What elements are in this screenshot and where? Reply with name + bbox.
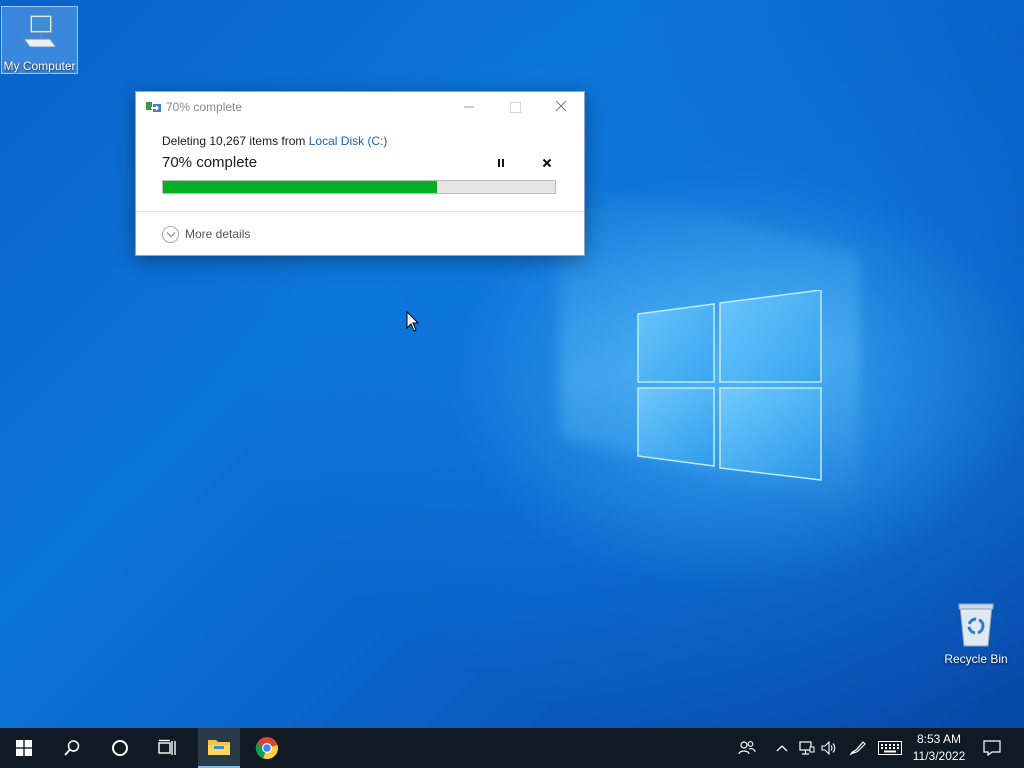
my-computer-label: My Computer	[3, 59, 76, 73]
progress-bar-fill	[163, 181, 438, 193]
recycle-bin-label: Recycle Bin	[944, 652, 1008, 666]
maximize-button[interactable]	[492, 92, 538, 122]
cancel-operation-button[interactable]	[536, 154, 558, 172]
touch-keyboard-button[interactable]	[876, 728, 904, 768]
task-view-button[interactable]	[144, 728, 192, 768]
file-delete-progress-dialog: 70% complete Deleting 10,267 items from …	[135, 91, 585, 256]
chrome-taskbar-button[interactable]	[246, 728, 288, 768]
pause-button[interactable]	[490, 154, 512, 172]
taskbar: 8:53 AM 11/3/2022	[0, 728, 1024, 768]
folder-icon	[208, 740, 230, 755]
chevron-down-icon	[162, 225, 179, 243]
delete-status-line: Deleting 10,267 items from Local Disk (C…	[162, 134, 387, 148]
show-hidden-icons-button[interactable]	[772, 728, 792, 768]
windows-start-icon	[16, 740, 32, 756]
chrome-icon	[255, 737, 278, 760]
close-icon	[542, 158, 552, 168]
notification-icon	[983, 740, 1001, 756]
recycle-bin-desktop-icon[interactable]: Recycle Bin	[940, 600, 1012, 670]
action-center-button[interactable]	[978, 728, 1006, 768]
more-details-toggle[interactable]: More details	[162, 223, 250, 245]
divider	[136, 211, 584, 212]
speaker-icon	[821, 741, 836, 755]
close-window-button[interactable]	[538, 92, 584, 122]
my-computer-desktop-icon[interactable]: My Computer	[1, 6, 78, 74]
keyboard-icon	[878, 741, 902, 755]
network-icon	[799, 741, 815, 755]
volume-button[interactable]	[818, 728, 840, 768]
windows-ink-button[interactable]	[846, 728, 870, 768]
taskbar-clock[interactable]: 8:53 AM 11/3/2022	[906, 731, 972, 765]
dialog-title: 70% complete	[166, 100, 243, 114]
windows-logo-wallpaper	[637, 290, 822, 481]
minimize-icon	[464, 106, 474, 108]
dialog-titlebar[interactable]: 70% complete	[136, 92, 584, 122]
clock-time: 8:53 AM	[916, 732, 962, 746]
pen-icon	[849, 741, 866, 756]
minimize-button[interactable]	[446, 92, 492, 122]
percent-complete-text: 70% complete	[162, 154, 258, 171]
start-button[interactable]	[0, 728, 48, 768]
computer-icon	[23, 14, 57, 48]
network-button[interactable]	[796, 728, 818, 768]
cortana-icon	[112, 740, 128, 756]
delete-status-text: Deleting 10,267 items from	[162, 134, 309, 148]
file-transfer-icon	[146, 102, 161, 112]
pause-icon	[498, 159, 504, 167]
close-icon	[555, 100, 567, 112]
people-button[interactable]	[734, 728, 760, 768]
desktop[interactable]: My Computer Recycle Bin 70% complete Del…	[0, 0, 1024, 728]
progress-bar	[162, 180, 556, 194]
clock-date: 11/3/2022	[912, 749, 966, 763]
mouse-pointer-icon	[406, 311, 420, 332]
task-view-icon	[158, 739, 176, 755]
cortana-button[interactable]	[96, 728, 144, 768]
recycle-bin-icon	[958, 603, 994, 647]
search-icon	[64, 740, 80, 756]
people-icon	[738, 741, 756, 755]
file-explorer-taskbar-button[interactable]	[198, 728, 240, 768]
maximize-icon	[510, 102, 521, 113]
source-location-link[interactable]: Local Disk (C:)	[309, 134, 388, 148]
search-button[interactable]	[48, 728, 96, 768]
chevron-up-icon	[776, 745, 788, 752]
more-details-label: More details	[185, 227, 251, 241]
